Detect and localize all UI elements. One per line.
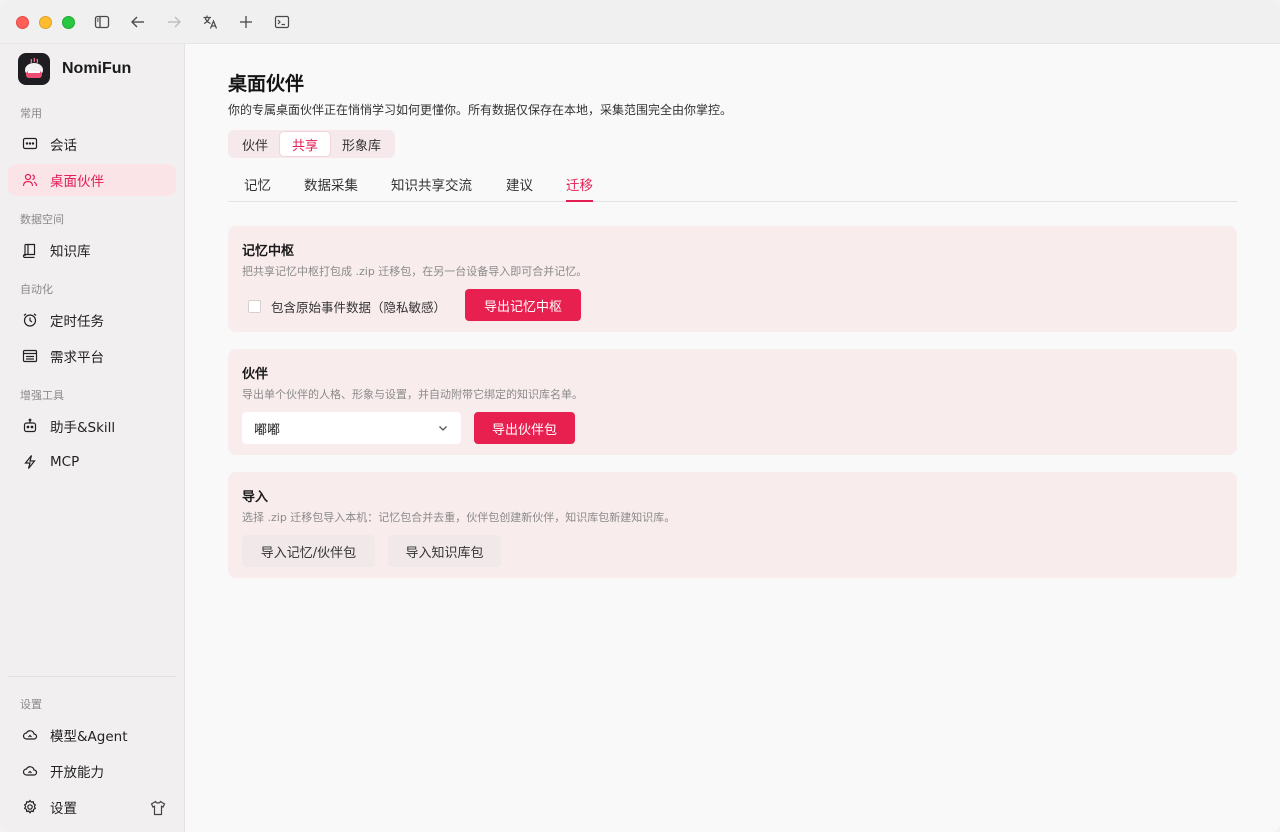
sidebar-toggle-icon[interactable]: [92, 12, 112, 32]
gear-icon: [22, 799, 38, 815]
section-label-settings: 设置: [20, 698, 42, 711]
page-title: 桌面伙伴: [228, 73, 305, 95]
sidebar-item-label: 开放能力: [50, 765, 104, 781]
section-label-automation: 自动化: [20, 283, 53, 296]
book-icon: [22, 242, 38, 258]
tab-knowledge-sharing[interactable]: 知识共享交流: [391, 170, 472, 202]
new-tab-plus-icon[interactable]: [236, 12, 256, 32]
translate-icon[interactable]: [200, 12, 220, 32]
list-icon: [22, 348, 38, 364]
sidebar-item-open-capabilities[interactable]: 开放能力: [8, 755, 176, 787]
sidebar-item-label: 需求平台: [50, 350, 104, 366]
segment-share[interactable]: 共享: [280, 132, 331, 156]
import-memory-companion-button[interactable]: 导入记忆/伙伴包: [242, 535, 375, 567]
sidebar-item-label: 设置: [50, 801, 77, 817]
card-title: 记忆中枢: [242, 244, 295, 259]
sidebar-item-chat[interactable]: 会话: [8, 128, 176, 160]
section-label-common: 常用: [20, 107, 42, 120]
sidebar-item-knowledge-base[interactable]: 知识库: [8, 234, 176, 266]
companion-export-card: 伙伴 导出单个伙伴的人格、形象与设置，并自动附带它绑定的知识库名单。 嘟嘟 导出…: [228, 349, 1237, 455]
theme-shirt-icon[interactable]: [148, 798, 168, 818]
include-raw-events-checkbox[interactable]: [248, 300, 261, 313]
page-subtitle: 你的专属桌面伙伴正在悄悄学习如何更懂你。所有数据仅保存在本地，采集范围完全由你掌…: [228, 103, 733, 117]
chevron-down-icon: [439, 426, 447, 431]
sidebar-item-label: 知识库: [50, 244, 91, 260]
tab-suggestions[interactable]: 建议: [506, 170, 533, 202]
sidebar: NomiFun 常用 会话 桌面伙伴 数据空间 知识库 自动化 定时任务 需求平…: [0, 44, 185, 832]
sidebar-item-requirements[interactable]: 需求平台: [8, 340, 176, 372]
segment-avatar-library[interactable]: 形象库: [330, 132, 393, 156]
sidebar-item-label: 会话: [50, 138, 77, 154]
app-logo-icon: [18, 53, 50, 85]
alarm-icon: [22, 312, 38, 328]
robot-icon: [22, 418, 38, 434]
cloud-icon: [22, 727, 38, 743]
tab-bar: 记忆 数据采集 知识共享交流 建议 迁移: [228, 170, 1237, 202]
forward-arrow-icon[interactable]: [164, 12, 184, 32]
sidebar-item-assistant-skill[interactable]: 助手&Skill: [8, 410, 176, 442]
segment-control: 伙伴 共享 形象库: [228, 130, 396, 158]
maximize-window-button[interactable]: [62, 16, 75, 29]
sidebar-item-label: 定时任务: [50, 314, 104, 330]
tab-data-collection[interactable]: 数据采集: [304, 170, 358, 202]
card-description: 导出单个伙伴的人格、形象与设置，并自动附带它绑定的知识库名单。: [242, 388, 583, 401]
section-label-tools: 增强工具: [20, 389, 64, 402]
include-raw-events-option[interactable]: 包含原始事件数据（隐私敏感）: [248, 297, 446, 316]
import-knowledge-base-button[interactable]: 导入知识库包: [388, 535, 501, 567]
sidebar-item-label: 桌面伙伴: [50, 174, 104, 190]
sidebar-item-desktop-companion[interactable]: 桌面伙伴: [8, 164, 176, 196]
main-content: 桌面伙伴 你的专属桌面伙伴正在悄悄学习如何更懂你。所有数据仅保存在本地，采集范围…: [186, 44, 1280, 832]
export-memory-hub-button[interactable]: 导出记忆中枢: [465, 289, 581, 321]
card-description: 选择 .zip 迁移包导入本机：记忆包合并去重，伙伴包创建新伙伴，知识库包新建知…: [242, 511, 676, 524]
memory-hub-card: 记忆中枢 把共享记忆中枢打包成 .zip 迁移包，在另一台设备导入即可合并记忆。…: [228, 226, 1237, 332]
chat-icon: [22, 136, 38, 152]
card-description: 把共享记忆中枢打包成 .zip 迁移包，在另一台设备导入即可合并记忆。: [242, 265, 588, 278]
tab-memory[interactable]: 记忆: [244, 170, 271, 202]
sidebar-item-label: 模型&Agent: [50, 729, 128, 745]
close-window-button[interactable]: [16, 16, 29, 29]
title-bar: [0, 0, 1280, 44]
sidebar-divider: [8, 676, 176, 677]
brand[interactable]: NomiFun: [18, 53, 131, 85]
section-label-data-space: 数据空间: [20, 213, 64, 226]
companion-select-value: 嘟嘟: [254, 422, 281, 438]
segment-companion[interactable]: 伙伴: [230, 132, 280, 156]
tab-migration[interactable]: 迁移: [566, 170, 593, 202]
terminal-icon[interactable]: [272, 12, 292, 32]
card-title: 伙伴: [242, 367, 269, 382]
card-title: 导入: [242, 490, 269, 505]
sidebar-item-model-agent[interactable]: 模型&Agent: [8, 719, 176, 751]
sidebar-item-scheduled-tasks[interactable]: 定时任务: [8, 304, 176, 336]
app-name: NomiFun: [62, 60, 132, 77]
users-icon: [22, 172, 38, 188]
back-arrow-icon[interactable]: [128, 12, 148, 32]
bolt-icon: [22, 454, 38, 470]
minimize-window-button[interactable]: [39, 16, 52, 29]
sidebar-item-mcp[interactable]: MCP: [8, 446, 176, 478]
app-window: NomiFun 常用 会话 桌面伙伴 数据空间 知识库 自动化 定时任务 需求平…: [0, 0, 1280, 832]
cloud-icon: [22, 763, 38, 779]
sidebar-item-label: 助手&Skill: [50, 420, 116, 436]
companion-select[interactable]: 嘟嘟: [242, 412, 461, 444]
checkbox-label: 包含原始事件数据（隐私敏感）: [271, 300, 447, 315]
export-companion-button[interactable]: 导出伙伴包: [474, 412, 575, 444]
import-card: 导入 选择 .zip 迁移包导入本机：记忆包合并去重，伙伴包创建新伙伴，知识库包…: [228, 472, 1237, 578]
sidebar-item-label: MCP: [50, 454, 80, 470]
